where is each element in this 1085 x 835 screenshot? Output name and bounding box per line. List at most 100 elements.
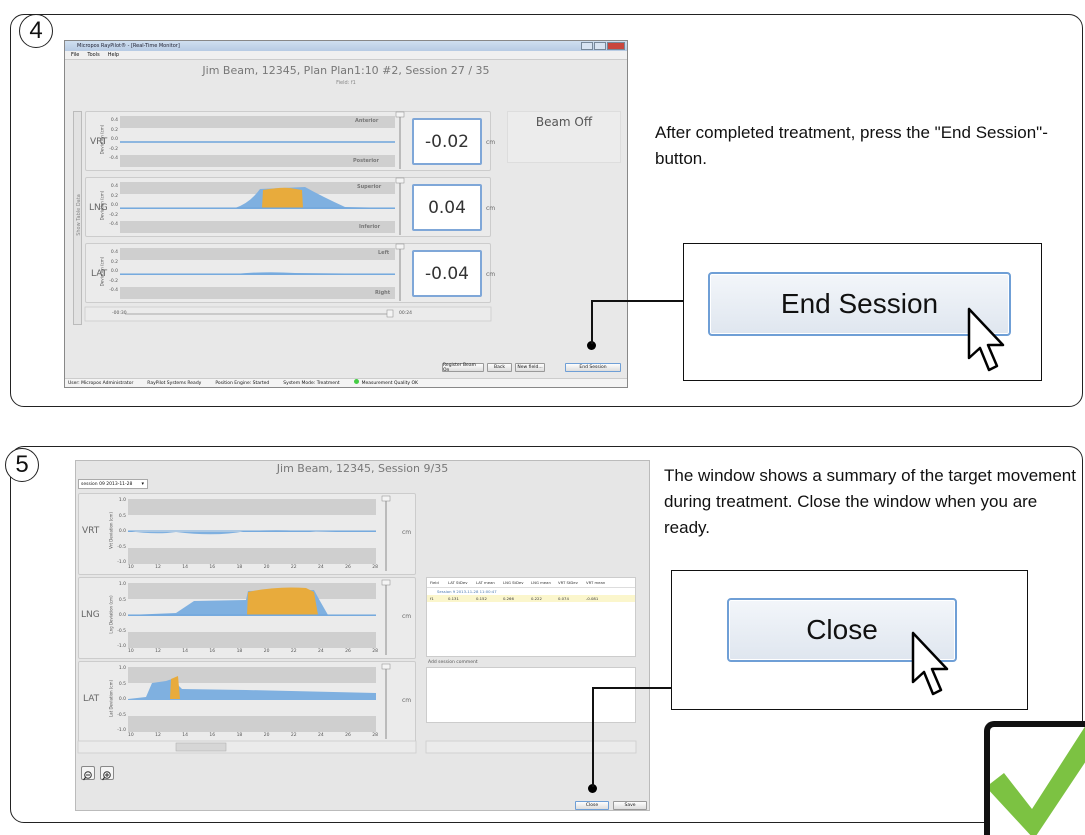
tick: 0.0 [118, 697, 126, 702]
summary-lng-x-ticks: 10 12 14 16 18 20 22 24 26 28 [128, 649, 378, 654]
tick: 0.4 [110, 118, 118, 123]
tick: -0.4 [109, 222, 118, 227]
lat-unit: cm [486, 271, 496, 278]
lng-y-ticks: 0.4 0.2 0.0 -0.2 -0.4 [109, 182, 118, 230]
tick: -1.0 [117, 560, 126, 565]
tick: 24 [317, 649, 324, 654]
tick: 20 [263, 649, 270, 654]
tick: -0.2 [109, 146, 118, 152]
done-check-box [984, 721, 1085, 835]
table-cell: 0.222 [531, 596, 542, 601]
summary-lat-y-ticks: 1.0 0.5 0.0 -0.5 -1.0 [114, 661, 126, 739]
tick: -0.2 [109, 278, 118, 284]
vrt-y-axis-title: Deviation (cm) [99, 124, 105, 155]
tick: 12 [155, 733, 161, 738]
checkmark-icon [990, 727, 1085, 835]
back-button[interactable]: Back [487, 363, 512, 372]
vrt-y-ticks: 0.4 0.2 0.0 -0.2 -0.4 [109, 116, 118, 164]
status-quality-text: Measurement Quality OK [361, 381, 418, 386]
vrt-unit: cm [486, 139, 496, 146]
session-comment-input[interactable] [426, 667, 636, 723]
tick: -0.5 [117, 628, 126, 634]
tick: 1.0 [118, 666, 126, 671]
table-cell: 0.131 [448, 596, 459, 601]
tick: -0.4 [109, 288, 118, 293]
summary-vrt-x-ticks: 10 12 14 16 18 20 22 24 26 28 [128, 565, 378, 570]
status-systems: RayPilot Systems Ready [147, 381, 202, 386]
register-beam-on-button[interactable]: Register Beam On [442, 363, 484, 373]
table-header-row: Field LAT StDev LAT mean LNG StDev LNG m… [427, 578, 635, 588]
lat-readout: -0.04 [412, 250, 482, 297]
zoom-in-button[interactable] [100, 766, 114, 781]
save-button[interactable]: Save [613, 801, 647, 810]
tick: 0.0 [110, 269, 118, 274]
table-header: LNG mean [531, 580, 551, 585]
status-engine: Position Engine: Started [215, 381, 270, 386]
tick: -0.5 [117, 712, 126, 718]
status-quality: Measurement Quality OK [353, 379, 418, 387]
tick: 10 [128, 649, 134, 654]
tick: 1.0 [118, 498, 126, 503]
tick: 0.2 [110, 193, 118, 199]
tick: -0.4 [109, 156, 118, 161]
tick: 18 [236, 565, 243, 570]
connector-line [591, 300, 684, 302]
summary-lng-axis-title: Lng Deviation (cm) [108, 595, 114, 634]
table-header: VRT mean [586, 580, 606, 585]
summary-vrt-label: VRT [82, 526, 100, 536]
tick: 1.0 [118, 582, 126, 587]
status-bar: User: Micropos Administrator RayPilot Sy… [65, 378, 627, 387]
table-session-row[interactable]: Session 9 2013-11-28 11:00:47 [427, 588, 635, 595]
tick: 0.4 [110, 184, 118, 189]
end-session-button-small[interactable]: End Session [565, 363, 621, 372]
tick: 28 [372, 733, 378, 738]
tick: 26 [345, 565, 351, 570]
vrt-readout: -0.02 [412, 118, 482, 165]
tick: 0.0 [110, 137, 118, 142]
tick: 26 [345, 733, 351, 738]
summary-lat-axis-title: Lat Deviation (cm) [108, 679, 114, 718]
table-row[interactable]: f1 0.131 0.152 0.266 0.222 0.074 -0.081 [427, 595, 635, 602]
tick: 24 [317, 733, 324, 738]
session-summary-screenshot: Jim Beam, 12345, Session 9/35 session 09… [75, 460, 650, 811]
tick: 14 [182, 565, 189, 570]
lng-readout: 0.04 [412, 184, 482, 231]
tick: 18 [236, 733, 243, 738]
tick: 0.5 [118, 597, 126, 603]
lng-plot [120, 182, 395, 233]
tick: 16 [209, 565, 216, 570]
tick: 22 [290, 565, 297, 570]
tick: 22 [290, 733, 297, 738]
lng-y-axis-title: Deviation (cm) [99, 190, 105, 221]
connector-line [592, 687, 594, 787]
tick: 14 [182, 649, 189, 654]
tick: 12 [155, 649, 161, 654]
table-header: Field [430, 580, 439, 585]
summary-lng-unit: cm [402, 613, 412, 620]
tick: 0.5 [118, 681, 126, 687]
tick: 0.0 [118, 613, 126, 618]
tick: -1.0 [117, 728, 126, 733]
slider-start-time: -00:30 [112, 311, 127, 316]
step-5-number: 5 [5, 448, 39, 482]
tick: 16 [209, 649, 216, 654]
tick: -0.5 [117, 544, 126, 550]
table-header: LAT StDev [448, 580, 468, 585]
tick: 12 [155, 565, 161, 570]
new-field-button[interactable]: New field... [515, 363, 545, 372]
close-button-small[interactable]: Close [575, 801, 609, 810]
time-slider [84, 306, 492, 322]
lng-label: LNG [89, 203, 108, 213]
beam-status-box: Beam Off [507, 111, 621, 163]
summary-vrt-y-ticks: 1.0 0.5 0.0 -0.5 -1.0 [114, 493, 126, 571]
zoom-out-icon [82, 771, 92, 781]
tick: 0.2 [110, 259, 118, 265]
table-cell: 0.152 [476, 596, 487, 601]
zoom-out-button[interactable] [81, 766, 95, 781]
step-5-instruction: The window shows a summary of the target… [664, 466, 1076, 537]
tick: -1.0 [117, 644, 126, 649]
tick: 10 [128, 733, 134, 738]
tick: 16 [209, 733, 216, 738]
lng-unit: cm [486, 205, 496, 212]
lat-y-ticks: 0.4 0.2 0.0 -0.2 -0.4 [109, 248, 118, 296]
